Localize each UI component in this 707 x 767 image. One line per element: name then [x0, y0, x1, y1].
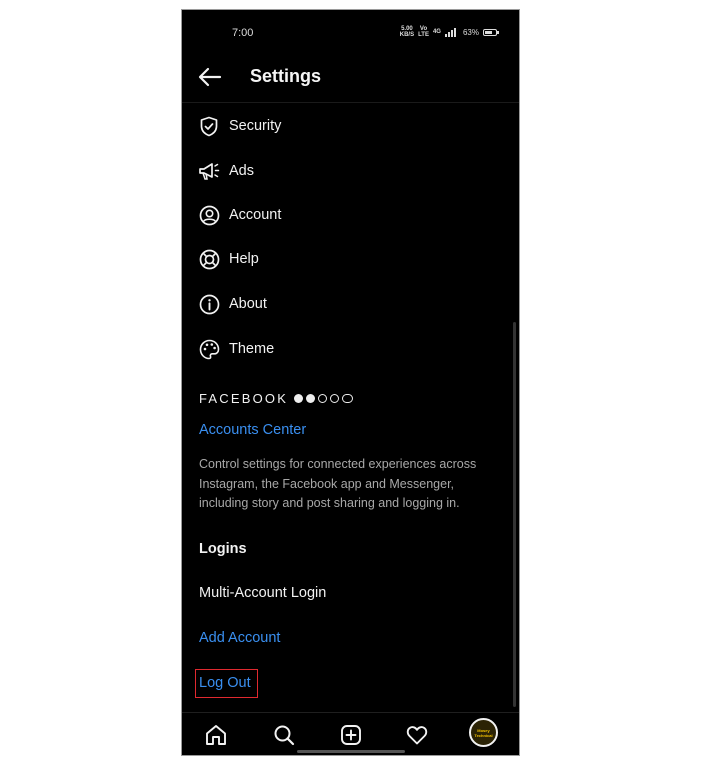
status-icons: 5.00 KB/S Vo LTE 4G 63% — [399, 26, 499, 38]
account-icon — [198, 204, 220, 226]
oculus-icon — [342, 394, 354, 403]
menu-item-help[interactable]: Help — [198, 243, 259, 275]
status-bar: 7:00 5.00 KB/S Vo LTE 4G 63% — [182, 10, 519, 54]
menu-item-label: Theme — [229, 341, 275, 357]
menu-item-security[interactable]: Security — [198, 110, 281, 142]
data-indicator: 4G — [432, 29, 441, 35]
nav-home-button[interactable] — [203, 722, 229, 748]
info-icon — [198, 293, 220, 315]
signal-icon — [444, 27, 456, 37]
lifebuoy-icon — [198, 248, 220, 270]
back-arrow-icon[interactable] — [196, 66, 224, 88]
status-time: 7:00 — [232, 27, 254, 39]
home-indicator — [297, 750, 405, 753]
home-icon — [206, 725, 226, 745]
menu-item-label: Account — [229, 207, 282, 223]
shield-icon — [198, 115, 220, 137]
phone-screen: 7:00 5.00 KB/S Vo LTE 4G 63% Settings Se… — [181, 9, 520, 756]
nav-search-button[interactable] — [271, 722, 297, 748]
facebook-section-header: FACEBOOK — [199, 391, 354, 406]
plus-square-icon — [341, 725, 361, 745]
page-title: Settings — [250, 66, 322, 86]
instagram-icon — [318, 394, 328, 403]
menu-item-label: Security — [229, 118, 282, 134]
facebook-title: FACEBOOK — [199, 391, 289, 406]
accounts-center-description: Control settings for connected experienc… — [199, 457, 477, 510]
add-account-link[interactable]: Add Account — [199, 630, 280, 646]
palette-icon — [198, 338, 220, 360]
menu-item-label: About — [229, 296, 267, 312]
volte-indicator: Vo LTE — [418, 26, 429, 38]
menu-item-theme[interactable]: Theme — [198, 333, 274, 365]
log-out-button[interactable]: Log Out — [199, 675, 251, 691]
net-speed: 5.00 KB/S — [399, 26, 415, 38]
heart-icon — [406, 726, 428, 745]
scrollbar[interactable] — [513, 322, 516, 707]
menu-item-about[interactable]: About — [198, 288, 267, 320]
battery-icon — [483, 28, 499, 36]
profile-avatar-button[interactable]: Mosey Technical — [469, 718, 498, 747]
search-icon — [274, 725, 295, 746]
messenger-icon — [306, 394, 316, 403]
nav-create-button[interactable] — [338, 722, 364, 748]
avatar-text-line2: Technical — [474, 732, 493, 738]
menu-item-label: Ads — [229, 163, 254, 179]
menu-item-ads[interactable]: Ads — [198, 155, 254, 187]
accounts-center-link[interactable]: Accounts Center — [199, 422, 306, 438]
nav-activity-button[interactable] — [404, 722, 430, 748]
megaphone-icon — [198, 160, 220, 182]
settings-header: Settings — [182, 54, 519, 103]
facebook-icon — [294, 394, 304, 403]
multi-account-login-item[interactable]: Multi-Account Login — [199, 585, 326, 601]
meta-apps-icons — [294, 394, 354, 403]
logins-section-title: Logins — [199, 541, 247, 557]
whatsapp-icon — [330, 394, 340, 403]
menu-item-label: Help — [229, 251, 259, 267]
battery-percent: 63% — [462, 27, 479, 37]
menu-item-account[interactable]: Account — [198, 199, 281, 231]
